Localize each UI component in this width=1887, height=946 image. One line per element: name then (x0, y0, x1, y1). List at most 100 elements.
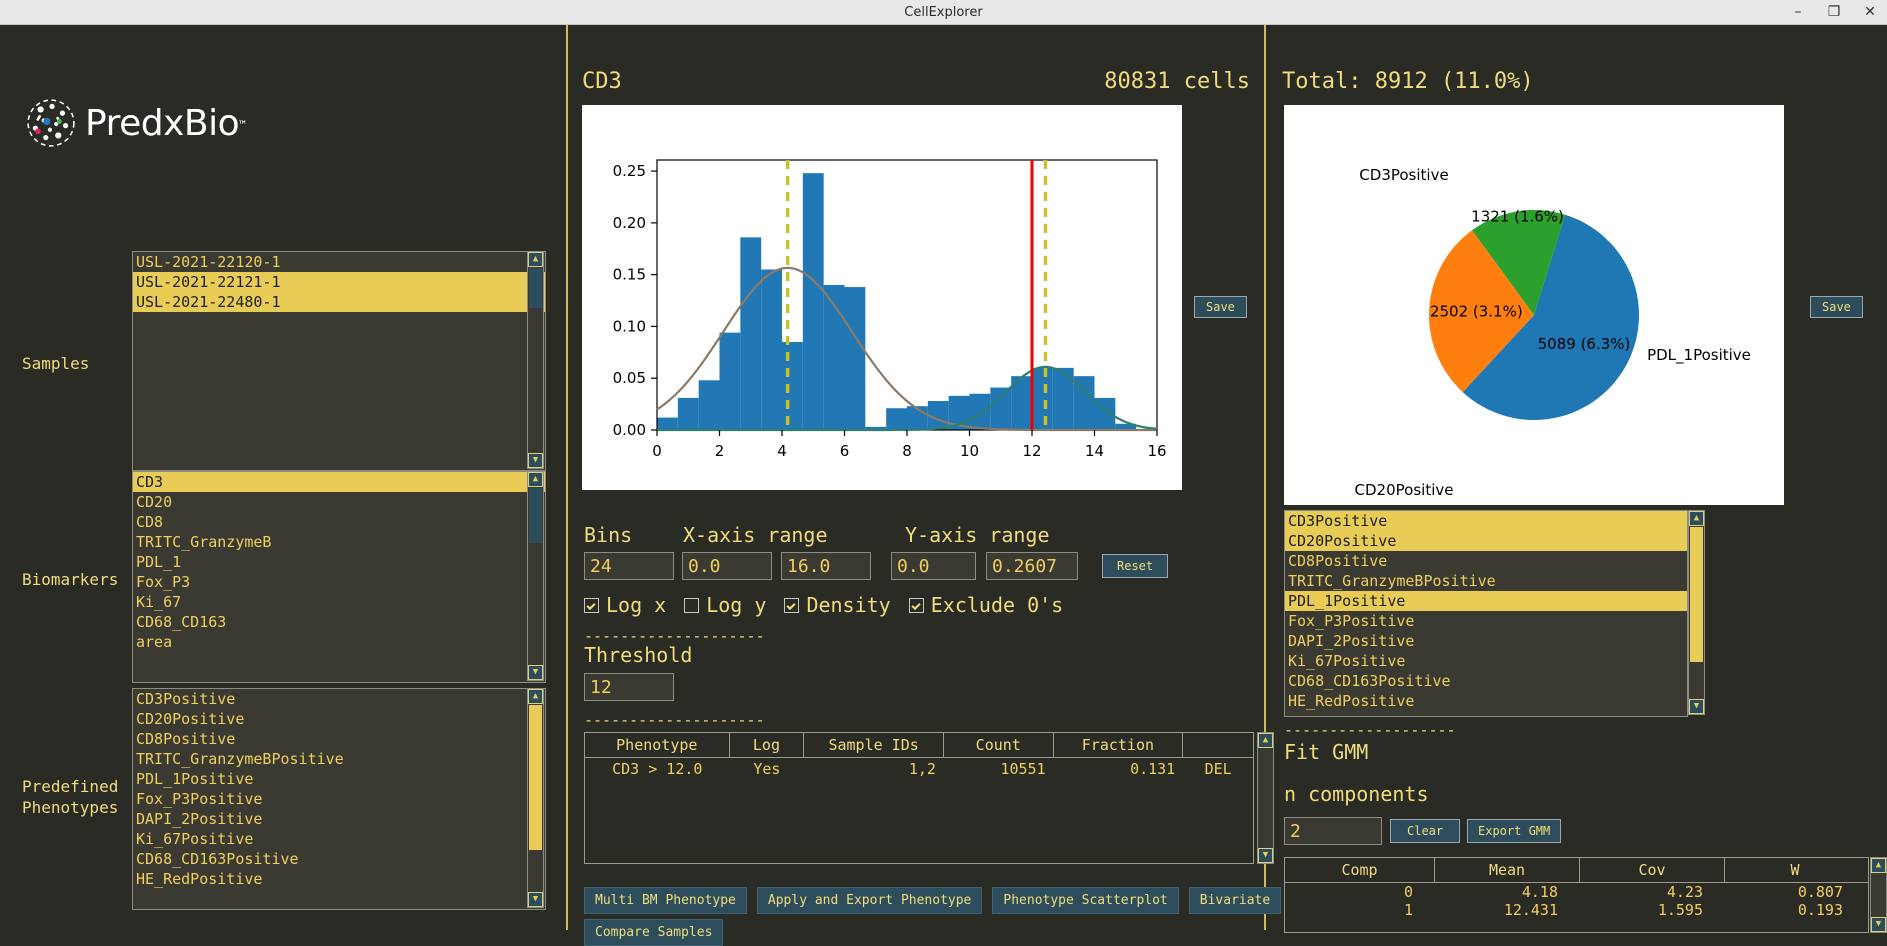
predefined-phenotypes-scroll-thumb[interactable] (529, 705, 542, 850)
predefined-phenotype-item[interactable]: Fox_P3Positive (133, 789, 545, 809)
applied-phenotype-item[interactable]: TRITC_GranzymeBPositive (1285, 571, 1687, 591)
applied-phenotype-item[interactable]: CD68_CD163Positive (1285, 671, 1687, 691)
apply-export-phenotype-button[interactable]: Apply and Export Phenotype (756, 887, 983, 914)
scroll-down-icon[interactable]: ▼ (528, 453, 543, 468)
reset-axes-button[interactable]: Reset (1102, 554, 1169, 578)
export-gmm-button[interactable]: Export GMM (1467, 819, 1562, 843)
predefined-phenotypes-listbox[interactable]: CD3Positive CD20Positive CD8Positive TRITC_… (132, 688, 546, 910)
y-min-input[interactable] (891, 552, 976, 580)
biomarker-item[interactable]: PDL_1 (133, 552, 545, 572)
fit-gmm-label[interactable]: Fit GMM (1284, 740, 1368, 764)
predefined-phenotype-item[interactable]: PDL_1Positive (133, 769, 545, 789)
biomarker-item[interactable]: area (133, 632, 545, 652)
applied-phenotype-item[interactable]: CD8Positive (1285, 551, 1687, 571)
sample-item[interactable]: USL-2021-22121-1 (133, 272, 545, 292)
table-row[interactable]: 0 4.18 4.23 0.807 (1285, 883, 1868, 901)
biomarker-item[interactable]: Fox_P3 (133, 572, 545, 592)
close-icon[interactable]: ✕ (1859, 4, 1881, 20)
applied-phenotypes-listbox[interactable]: CD3Positive CD20Positive CD8Positive TRITC_… (1284, 510, 1688, 717)
center-header: CD3 80831 cells (582, 69, 1250, 94)
table-row[interactable]: 1 12.431 1.595 0.193 (1285, 901, 1868, 919)
scroll-down-icon[interactable]: ▼ (528, 665, 543, 680)
gmm-results-table[interactable]: Comp Mean Cov W 0 4.18 4.23 0.807 1 12.431 1.595 0… (1284, 857, 1869, 933)
cells-count-label: 80831 cells (1104, 69, 1250, 94)
n-components-input[interactable] (1284, 817, 1382, 845)
applied-phenotype-item[interactable]: CD20Positive (1285, 531, 1687, 551)
scroll-down-icon[interactable]: ▼ (1871, 917, 1886, 932)
x-tick-label: 8 (902, 442, 912, 460)
multi-bm-phenotype-button[interactable]: Multi BM Phenotype (584, 887, 747, 914)
phenotype-scatterplot-button[interactable]: Phenotype Scatterplot (992, 887, 1179, 914)
table-row[interactable]: CD3 > 12.0 Yes 1,2 10551 0.131 DEL (585, 758, 1253, 780)
scroll-up-icon[interactable]: ▲ (1689, 511, 1704, 526)
applied-phenotype-item[interactable]: HE_RedPositive (1285, 691, 1687, 711)
scroll-up-icon[interactable]: ▲ (528, 472, 543, 487)
samples-scrollbar[interactable]: ▲ ▼ (527, 251, 544, 469)
scroll-down-icon[interactable]: ▼ (1689, 699, 1704, 714)
samples-scroll-thumb[interactable] (529, 268, 542, 308)
y-tick-label: 0.15 (613, 266, 646, 284)
histogram-plot[interactable]: 0.00 0.05 0.10 0.15 0.20 0.25 0 2 4 6 8 10 12 14 16 (582, 105, 1182, 490)
predefined-phenotype-item[interactable]: CD20Positive (133, 709, 545, 729)
biomarker-item[interactable]: CD20 (133, 492, 545, 512)
gmm-divider: ------------------- (1284, 721, 1456, 739)
gmm-table-col-header: Mean (1435, 858, 1580, 882)
applied-phenotype-item[interactable]: PDL_1Positive (1285, 591, 1687, 611)
exclude-zeros-checkbox[interactable]: Exclude 0's (908, 593, 1064, 617)
applied-phenotypes-scroll-thumb[interactable] (1690, 527, 1703, 662)
x-min-input[interactable] (682, 552, 772, 580)
minimize-icon[interactable]: – (1787, 4, 1809, 20)
applied-phenotype-item[interactable]: DAPI_2Positive (1285, 631, 1687, 651)
predefined-phenotype-item[interactable]: CD8Positive (133, 729, 545, 749)
compare-samples-button[interactable]: Compare Samples (584, 919, 724, 946)
clear-gmm-button[interactable]: Clear (1390, 819, 1461, 843)
predefined-phenotypes-scrollbar[interactable]: ▲ ▼ (527, 688, 544, 908)
y-tick-label: 0.00 (613, 421, 646, 439)
biomarkers-listbox[interactable]: CD3 CD20 CD8 TRITC_GranzymeB PDL_1 Fox_P3 Ki_6… (132, 471, 546, 683)
threshold-input[interactable] (584, 673, 674, 701)
biomarker-item[interactable]: CD3 (133, 472, 545, 492)
pie-chart-svg: 5089 (6.3%) 2502 (3.1%) 1321 (1.6%) CD3Posi… (1355, 166, 1751, 499)
x-max-input[interactable] (781, 552, 871, 580)
biomarkers-scroll-thumb[interactable] (529, 488, 542, 543)
phenotype-table[interactable]: Phenotype Log Sample IDs Count Fraction CD3 … (584, 732, 1254, 864)
sample-item[interactable]: USL-2021-22480-1 (133, 292, 545, 312)
exclude-zeros-label: Exclude 0's (930, 593, 1064, 617)
log-y-checkbox[interactable]: Log y (684, 593, 766, 617)
applied-phenotype-item[interactable]: Ki_67Positive (1285, 651, 1687, 671)
pie-chart[interactable]: 5089 (6.3%) 2502 (3.1%) 1321 (1.6%) CD3Posi… (1284, 105, 1784, 505)
applied-phenotype-item[interactable]: CD3Positive (1285, 511, 1687, 531)
biomarker-item[interactable]: TRITC_GranzymeB (133, 532, 545, 552)
biomarkers-scrollbar[interactable]: ▲ ▼ (527, 471, 544, 681)
applied-phenotypes-scrollbar[interactable]: ▲ ▼ (1688, 510, 1705, 715)
predefined-phenotype-item[interactable]: DAPI_2Positive (133, 809, 545, 829)
sample-item[interactable]: USL-2021-22120-1 (133, 252, 545, 272)
predefined-phenotype-item[interactable]: HE_RedPositive (133, 869, 545, 889)
maximize-icon[interactable]: ❐ (1823, 4, 1845, 20)
biomarker-item[interactable]: CD8 (133, 512, 545, 532)
save-pie-button[interactable]: Save (1810, 296, 1863, 318)
scroll-up-icon[interactable]: ▲ (528, 252, 543, 267)
bins-input[interactable] (584, 552, 674, 580)
scroll-up-icon[interactable]: ▲ (528, 689, 543, 704)
predefined-phenotype-item[interactable]: CD3Positive (133, 689, 545, 709)
histogram-bar (740, 237, 762, 430)
predefined-phenotype-item[interactable]: TRITC_GranzymeBPositive (133, 749, 545, 769)
predefined-phenotype-item[interactable]: Ki_67Positive (133, 829, 545, 849)
predefined-phenotype-item[interactable]: CD68_CD163Positive (133, 849, 545, 869)
scroll-down-icon[interactable]: ▼ (528, 892, 543, 907)
check-icon (784, 597, 800, 613)
x-tick-label: 16 (1147, 442, 1166, 460)
biomarker-item[interactable]: Ki_67 (133, 592, 545, 612)
biomarker-item[interactable]: CD68_CD163 (133, 612, 545, 632)
y-max-input[interactable] (986, 552, 1078, 580)
samples-listbox[interactable]: USL-2021-22120-1 USL-2021-22121-1 USL-2021… (132, 251, 546, 471)
table-cell: 4.18 (1521, 883, 1558, 901)
table-cell[interactable]: DEL (1183, 758, 1253, 780)
applied-phenotype-item[interactable]: Fox_P3Positive (1285, 611, 1687, 631)
scroll-up-icon[interactable]: ▲ (1871, 858, 1886, 873)
gmm-table-scrollbar[interactable]: ▲ ▼ (1870, 857, 1887, 933)
save-histogram-button[interactable]: Save (1194, 296, 1247, 318)
log-x-checkbox[interactable]: Log x (584, 593, 666, 617)
density-checkbox[interactable]: Density (784, 593, 891, 617)
